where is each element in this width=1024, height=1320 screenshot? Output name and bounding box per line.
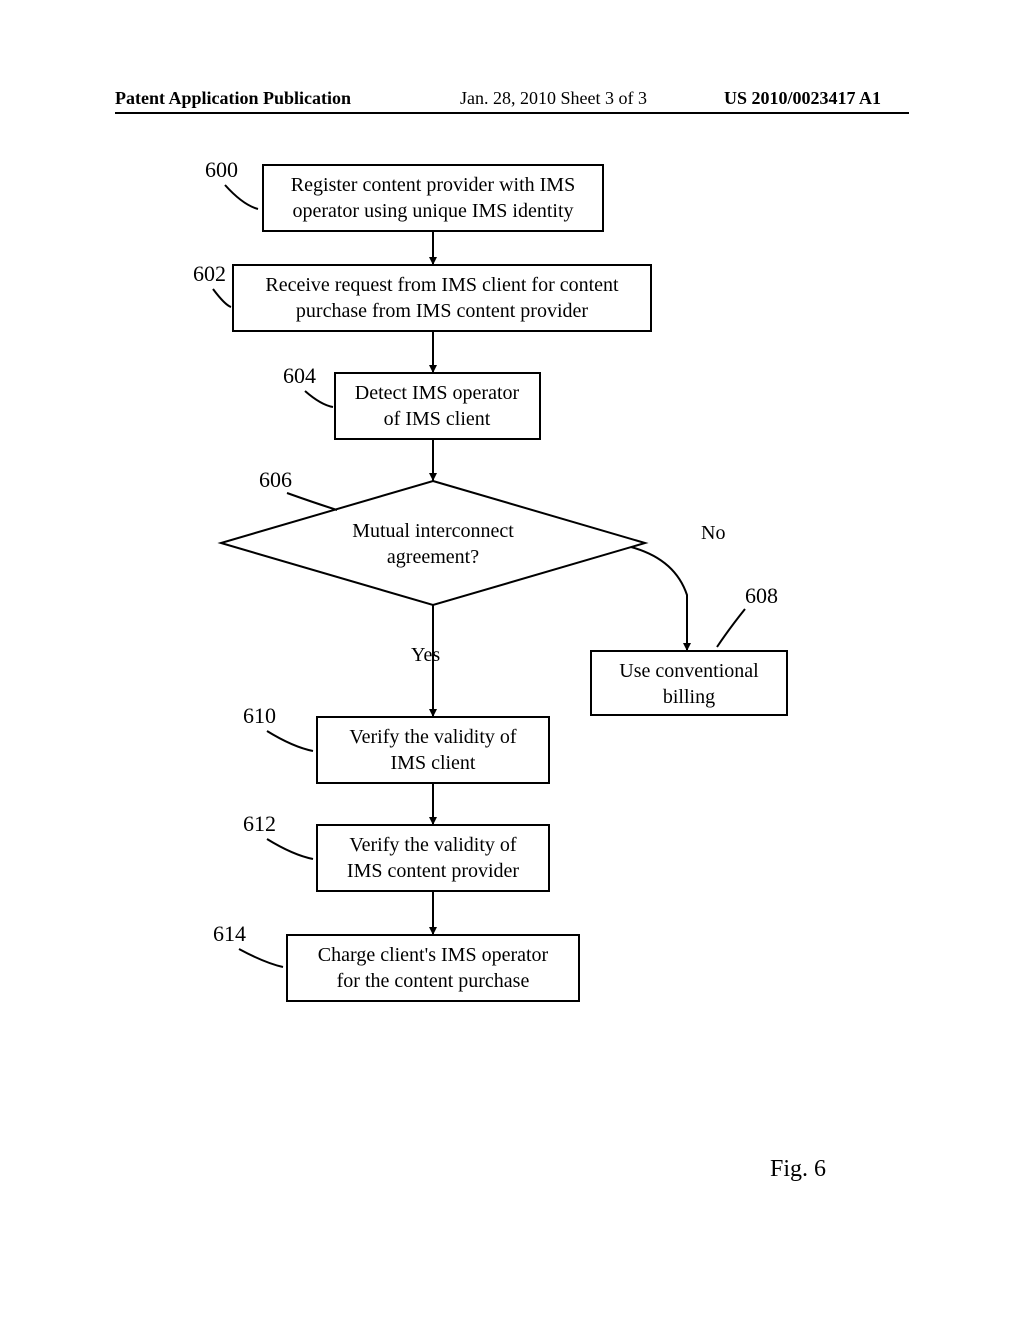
svg-text:608: 608 [745,583,778,608]
node-614-line2: for the content purchase [337,970,530,992]
node-612-verify-provider: Verify the validity of IMS content provi… [317,825,549,891]
node-602-line1: Receive request from IMS client for cont… [265,274,619,296]
svg-text:600: 600 [205,157,238,182]
node-608-conventional-billing: Use conventional billing [591,651,787,715]
header-right: US 2010/0023417 A1 [724,88,881,109]
node-612-line2: IMS content provider [347,860,520,882]
node-606-line1: Mutual interconnect [352,520,514,542]
ref-610: 610 [243,703,313,751]
ref-604: 604 [283,363,333,407]
edge-yes-label: Yes [411,644,440,666]
node-606-line2: agreement? [387,546,479,568]
node-604-detect-operator: Detect IMS operator of IMS client [335,373,540,439]
svg-text:604: 604 [283,363,316,388]
ref-612: 612 [243,811,313,859]
node-600-line2: operator using unique IMS identity [292,200,573,222]
ref-606: 606 [259,467,337,510]
ref-602: 602 [193,261,231,307]
node-608-line2: billing [663,686,715,708]
edge-no-label: No [701,522,725,544]
ref-614: 614 [213,921,283,967]
node-610-line1: Verify the validity of [349,726,517,748]
svg-text:614: 614 [213,921,246,946]
figure-label: Fig. 6 [770,1156,826,1183]
svg-text:602: 602 [193,261,226,286]
node-610-verify-client: Verify the validity of IMS client [317,717,549,783]
header-center: Jan. 28, 2010 Sheet 3 of 3 [460,88,647,109]
svg-text:612: 612 [243,811,276,836]
node-610-line2: IMS client [391,752,476,774]
node-606-decision: Mutual interconnect agreement? [221,481,645,605]
node-604-line1: Detect IMS operator [355,382,520,404]
edge-606-608-no: No [631,522,725,651]
node-602-receive-request: Receive request from IMS client for cont… [233,265,651,331]
node-600-line1: Register content provider with IMS [291,174,575,196]
ref-600: 600 [205,157,258,209]
header-left: Patent Application Publication [115,88,351,109]
header-rule [115,112,909,114]
flowchart: Register content provider with IMS opera… [115,145,915,1150]
edge-606-610-yes: Yes [411,605,440,717]
node-614-charge-operator: Charge client's IMS operator for the con… [287,935,579,1001]
ref-608: 608 [717,583,778,647]
node-600-register: Register content provider with IMS opera… [263,165,603,231]
svg-text:606: 606 [259,467,292,492]
svg-text:610: 610 [243,703,276,728]
node-602-line2: purchase from IMS content provider [296,300,588,322]
node-604-line2: of IMS client [384,408,491,430]
node-608-line1: Use conventional [619,660,759,682]
node-612-line1: Verify the validity of [349,834,517,856]
node-614-line1: Charge client's IMS operator [318,944,549,966]
